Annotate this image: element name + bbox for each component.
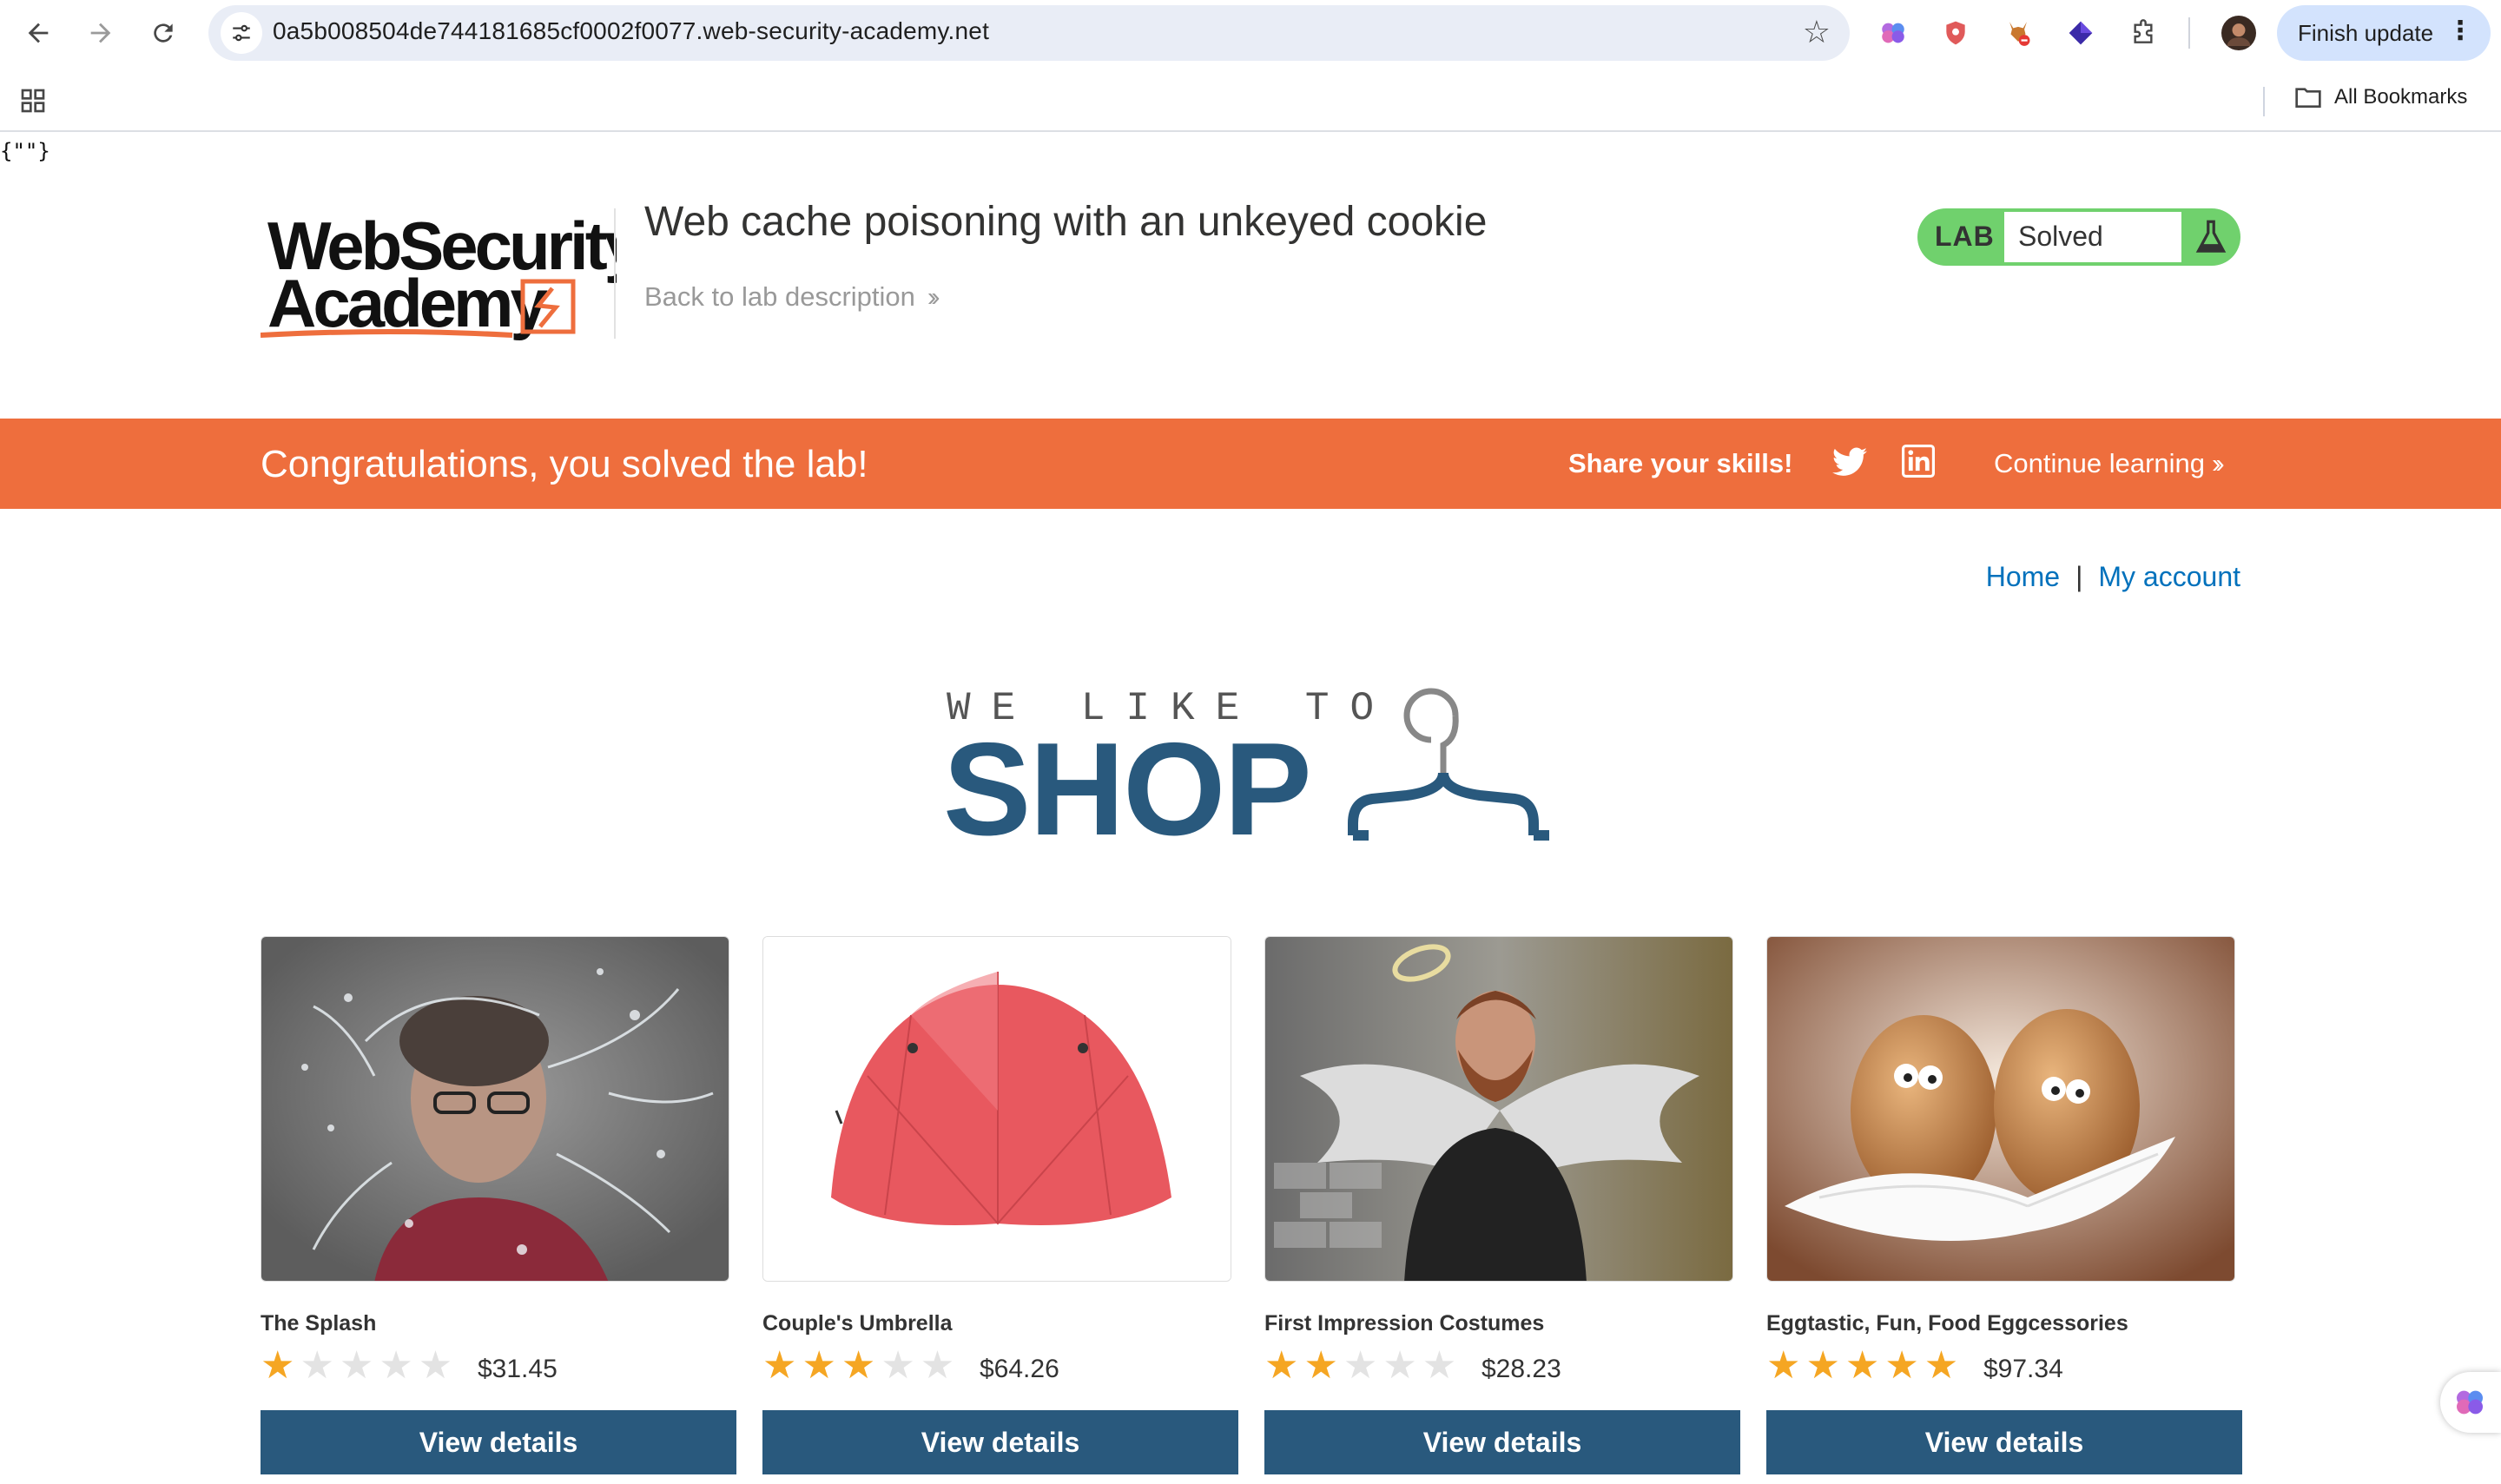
url-text[interactable]: 0a5b008504de744181685cf0002f0077.web-sec…	[273, 17, 989, 45]
shield-extension-icon[interactable]	[1935, 12, 1976, 54]
product-name: The Splash	[261, 1311, 377, 1336]
lab-title: Web cache poisoning with an unkeyed cook…	[644, 199, 1488, 245]
twitter-icon[interactable]	[1832, 446, 1867, 478]
lab-header: WebSecurity Academy Web cache poisoning …	[0, 132, 2501, 419]
bookmark-star-icon[interactable]: ☆	[1803, 14, 1831, 50]
double-chevron-right-icon: ››	[2212, 448, 2224, 478]
finish-update-label: Finish update	[2298, 19, 2434, 46]
star-rating: ★★★★★	[1264, 1344, 1462, 1387]
puzzle-extensions-icon[interactable]	[2122, 12, 2164, 54]
linkedin-icon[interactable]	[1902, 445, 1935, 478]
bookmarks-divider	[2263, 87, 2265, 116]
view-details-button[interactable]: View details	[1264, 1410, 1740, 1474]
view-details-button[interactable]: View details	[261, 1410, 736, 1474]
product-price: $97.34	[1983, 1355, 2063, 1383]
star-rating: ★★★★★	[261, 1344, 459, 1387]
toolbar-divider	[2188, 17, 2190, 49]
product-price: $28.23	[1481, 1355, 1561, 1383]
product-card: Eggtastic, Fun, Food Eggcessories ★★★★★ …	[1766, 936, 2242, 1474]
hanger-icon	[1348, 688, 1549, 841]
share-skills-label: Share your skills!	[1568, 448, 1793, 478]
lab-status-text: Solved	[2018, 221, 2103, 252]
product-card: First Impression Costumes ★★★★★ $28.23 V…	[1264, 936, 1740, 1474]
star-rating: ★★★★★	[1766, 1344, 1964, 1387]
finish-update-button[interactable]: Finish update ⋮	[2277, 5, 2491, 61]
brain-icon	[2457, 1390, 2483, 1415]
nav-separator: |	[2075, 561, 2083, 592]
product-image-umbrella[interactable]	[762, 936, 1231, 1282]
continue-learning-link[interactable]: Continue learning ››	[1994, 448, 2224, 479]
account-nav: Home | My account	[1986, 561, 2240, 593]
back-to-lab-description-link[interactable]: Back to lab description ››	[644, 281, 940, 313]
lab-label: LAB	[1935, 221, 1995, 252]
product-image-splash[interactable]	[261, 936, 729, 1282]
brain-extension-icon[interactable]	[1872, 12, 1914, 54]
my-account-link[interactable]: My account	[2098, 561, 2240, 592]
forward-arrow-icon[interactable]	[80, 12, 122, 54]
lab-status-widget: LAB Solved	[1917, 208, 2240, 266]
diamond-extension-icon[interactable]	[2060, 12, 2102, 54]
back-link-label: Back to lab description	[644, 281, 915, 312]
folder-icon	[2295, 88, 2321, 108]
header-divider	[614, 208, 616, 339]
site-info-icon[interactable]	[221, 12, 262, 54]
product-name: First Impression Costumes	[1264, 1311, 1545, 1336]
product-image-eggs[interactable]	[1766, 936, 2235, 1282]
apps-grid-icon[interactable]	[19, 87, 47, 115]
deer-extension-icon[interactable]	[1997, 12, 2039, 54]
flask-icon	[2195, 220, 2227, 253]
product-price: $31.45	[478, 1355, 558, 1383]
view-details-button[interactable]: View details	[762, 1410, 1238, 1474]
all-bookmarks-label: All Bookmarks	[2334, 85, 2468, 109]
we-like-to-shop-logo: WE LIKE TO SHOP	[938, 679, 1563, 863]
back-arrow-icon[interactable]	[17, 12, 59, 54]
product-card: Couple's Umbrella ★★★★★ $64.26 View deta…	[762, 936, 1238, 1474]
profile-avatar[interactable]	[2218, 12, 2260, 54]
congratulations-message: Congratulations, you solved the lab!	[261, 443, 868, 485]
all-bookmarks-button[interactable]: All Bookmarks	[2294, 85, 2467, 109]
product-name: Eggtastic, Fun, Food Eggcessories	[1766, 1311, 2128, 1336]
star-rating: ★★★★★	[762, 1344, 960, 1387]
solved-banner: Congratulations, you solved the lab! Sha…	[0, 419, 2501, 509]
reload-icon[interactable]	[142, 12, 184, 54]
home-link[interactable]: Home	[1986, 561, 2060, 592]
product-name: Couple's Umbrella	[762, 1311, 953, 1336]
shop-word: SHOP	[943, 716, 1312, 863]
address-bar[interactable]: 0a5b008504de744181685cf0002f0077.web-sec…	[208, 5, 1850, 61]
browser-chrome: 0a5b008504de744181685cf0002f0077.web-sec…	[0, 0, 2501, 132]
product-card: The Splash ★★★★★ $31.45 View details	[261, 936, 736, 1474]
continue-learning-label: Continue learning	[1994, 448, 2206, 478]
view-details-button[interactable]: View details	[1766, 1410, 2242, 1474]
product-image-costumes[interactable]	[1264, 936, 1733, 1282]
double-chevron-right-icon: ››	[927, 281, 940, 312]
more-menu-icon[interactable]: ⋮	[2447, 16, 2473, 46]
assistant-floating-button[interactable]	[2440, 1372, 2501, 1433]
product-price: $64.26	[980, 1355, 1059, 1383]
web-security-academy-logo[interactable]: WebSecurity Academy	[260, 207, 645, 380]
